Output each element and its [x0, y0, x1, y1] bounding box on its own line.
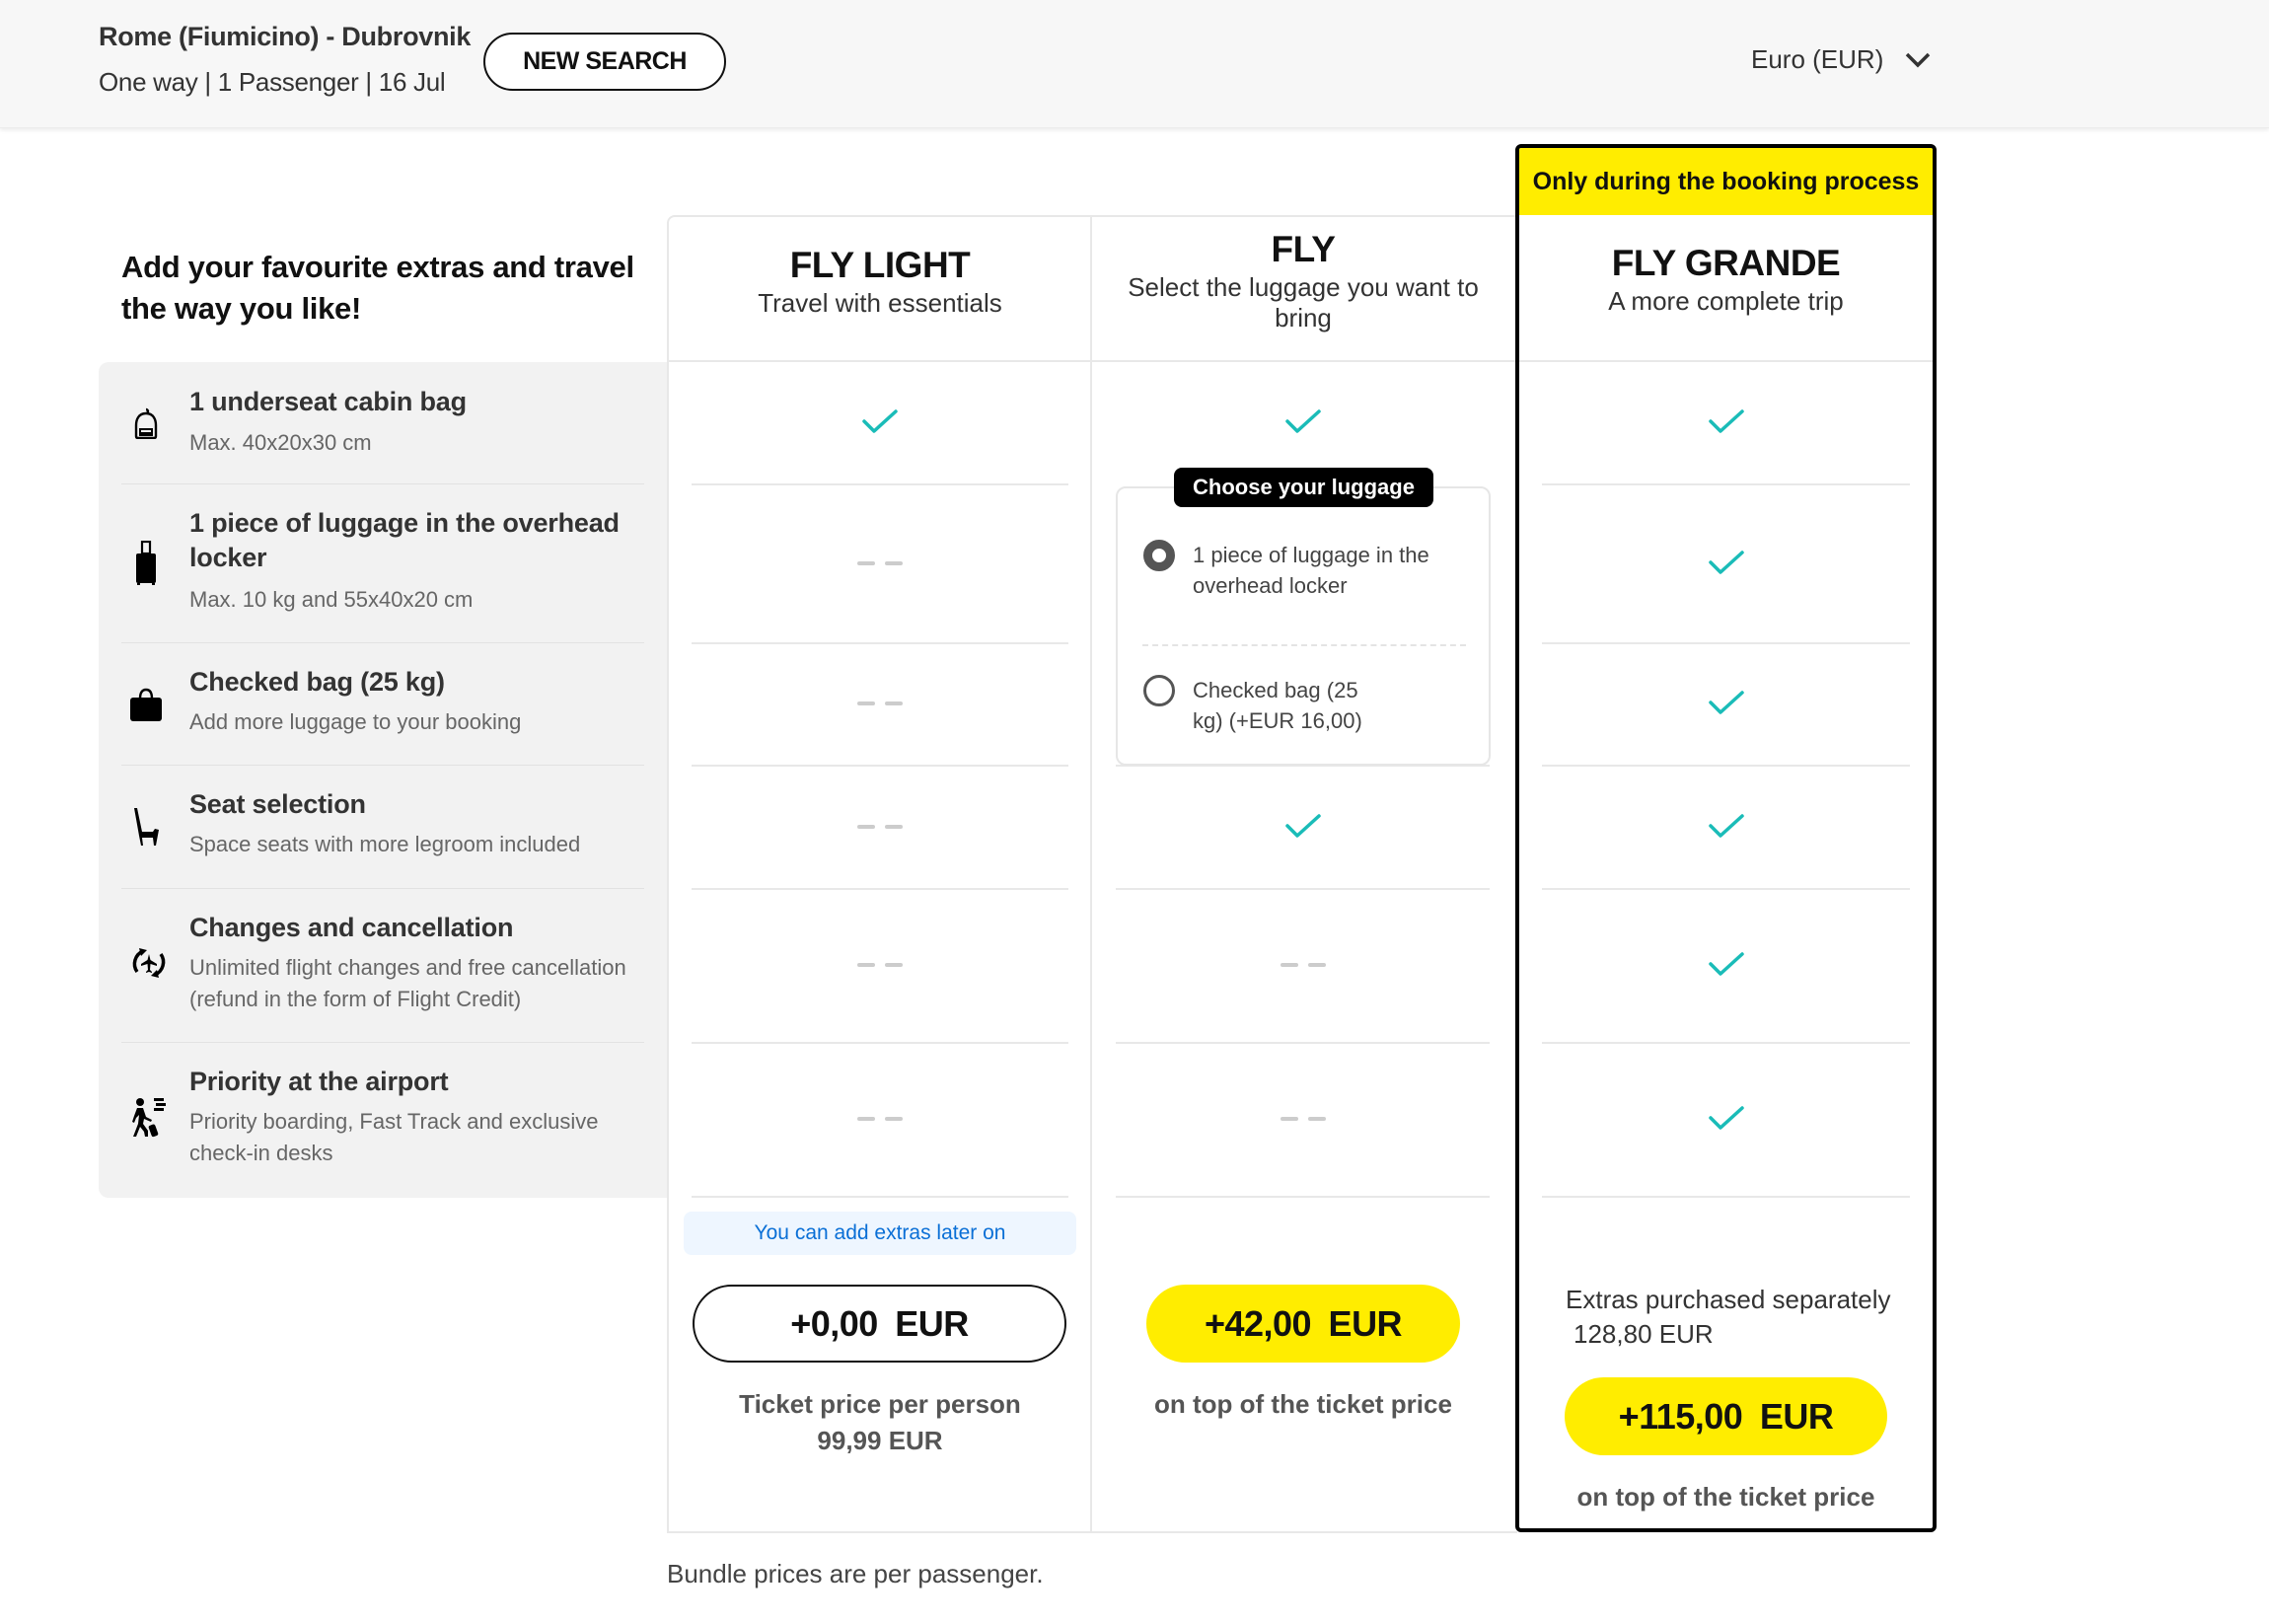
row-divider: [1542, 1042, 1910, 1044]
bundle-title: FLY GRANDE: [1611, 243, 1841, 283]
feature-item-overhead-luggage: 1 piece of luggage in the overhead locke…: [121, 484, 644, 643]
feature-desc: Space seats with more legroom included: [189, 832, 581, 856]
flight-change-icon: [129, 943, 169, 983]
luggage-chooser: 1 piece of luggage in the overhead locke…: [1116, 486, 1491, 766]
feature-item-checked-bag: Checked bag (25 kg) Add more luggage to …: [121, 643, 644, 766]
bundle-header-fly-grande: FLY GRANDE A more complete trip: [1519, 243, 1933, 317]
extras-value: 128,80 EUR: [1574, 1319, 1714, 1349]
not-included-dash-icon: [850, 684, 910, 723]
radio-unselected[interactable]: [1143, 675, 1175, 706]
row-divider: [692, 765, 1068, 767]
not-included-dash-icon: [850, 544, 910, 583]
row-divider: [1542, 1196, 1910, 1198]
search-summary-bar: Rome (Fiumicino) - Dubrovnik One way | 1…: [0, 0, 2269, 128]
check-icon: [1697, 807, 1756, 847]
not-included-dash-icon: [850, 807, 910, 847]
check-icon: [850, 403, 910, 442]
check-icon: [1697, 403, 1756, 442]
header-divider: [1519, 360, 1933, 362]
feature-desc: Priority boarding, Fast Track and exclus…: [189, 1109, 599, 1165]
row-divider: [1116, 888, 1490, 890]
luggage-option-label: 1 piece of luggage in the overhead locke…: [1193, 543, 1429, 598]
not-included-dash-icon: [1274, 945, 1333, 985]
price-caption: on top of the ticket price: [1576, 1482, 1875, 1512]
check-icon: [1274, 807, 1333, 847]
feature-desc: Max. 10 kg and 55x40x20 cm: [189, 587, 474, 612]
select-fly-light-button[interactable]: +0,00 EUR: [693, 1285, 1066, 1363]
feature-title: Seat selection: [189, 789, 366, 819]
extras-separately: Extras purchased separately 128,80 EUR: [1566, 1283, 1891, 1352]
check-icon: [1697, 1099, 1756, 1139]
row-divider: [692, 1042, 1068, 1044]
add-extras-later-note: You can add extras later on: [684, 1212, 1076, 1255]
bundle-subtitle: Travel with essentials: [758, 288, 1002, 318]
select-fly-button[interactable]: +42,00 EUR: [1146, 1285, 1460, 1363]
feature-item-changes: Changes and cancellation Unlimited fligh…: [121, 889, 644, 1043]
ticket-price-value: 99,99 EUR: [817, 1426, 943, 1455]
check-icon: [1697, 945, 1756, 985]
feature-title: 1 piece of luggage in the overhead locke…: [189, 508, 620, 572]
trolley-icon: [129, 541, 163, 585]
check-icon: [1697, 684, 1756, 723]
feature-title: 1 underseat cabin bag: [189, 387, 467, 416]
ticket-price-caption: Ticket price per person 99,99 EUR: [669, 1386, 1091, 1459]
feature-title: Priority at the airport: [189, 1067, 449, 1096]
row-divider: [692, 888, 1068, 890]
check-icon: [1697, 544, 1756, 583]
price-caption: on top of the ticket price: [1154, 1389, 1452, 1419]
row-divider: [692, 483, 1068, 485]
feature-desc: Add more luggage to your booking: [189, 709, 522, 734]
route-title: Rome (Fiumicino) - Dubrovnik: [99, 22, 472, 51]
checked-bag-icon: [129, 685, 163, 724]
trip-info: One way | 1 Passenger | 16 Jul: [99, 67, 446, 97]
currency-selector[interactable]: Euro (EUR): [1751, 44, 1931, 75]
not-included-dash-icon: [1274, 1099, 1333, 1139]
bundle-header-fly-light: FLY LIGHT Travel with essentials: [669, 245, 1091, 319]
row-divider: [1542, 483, 1910, 485]
choose-luggage-label: Choose your luggage: [1174, 468, 1433, 507]
bundle-subtitle: A more complete trip: [1608, 286, 1844, 316]
radio-selected[interactable]: [1143, 540, 1175, 571]
extras-label: Extras purchased separately: [1566, 1285, 1891, 1314]
feature-item-priority: Priority at the airport Priority boardin…: [121, 1043, 644, 1198]
bundle-header-fly: FLY Select the luggage you want to bring: [1092, 229, 1514, 333]
bundle-title: FLY LIGHT: [789, 245, 971, 285]
row-divider: [1542, 765, 1910, 767]
booking-only-banner: Only during the booking process: [1519, 148, 1933, 215]
backpack-icon: [129, 404, 163, 443]
chevron-down-icon: [1905, 51, 1931, 69]
feature-desc: Unlimited flight changes and free cancel…: [189, 955, 626, 1011]
not-included-dash-icon: [850, 1099, 910, 1139]
feature-item-seat: Seat selection Space seats with more leg…: [121, 766, 644, 889]
select-fly-grande-button[interactable]: +115,00 EUR: [1565, 1377, 1887, 1455]
priority-passenger-icon: [129, 1098, 169, 1138]
row-divider: [1542, 642, 1910, 644]
feature-desc: Max. 40x20x30 cm: [189, 430, 372, 455]
currency-label: Euro (EUR): [1751, 44, 1884, 74]
row-divider: [1116, 1042, 1490, 1044]
feature-title: Changes and cancellation: [189, 913, 514, 942]
row-divider: [1542, 888, 1910, 890]
header-divider: [667, 360, 1515, 362]
row-divider: [692, 1196, 1068, 1198]
intro-heading: Add your favourite extras and travel the…: [121, 250, 634, 326]
bundle-title: FLY: [1271, 229, 1336, 269]
not-included-dash-icon: [850, 945, 910, 985]
seat-icon: [129, 807, 163, 847]
feature-item-cabin-bag: 1 underseat cabin bag Max. 40x20x30 cm: [121, 362, 644, 484]
bundle-prices-note: Bundle prices are per passenger.: [667, 1559, 1044, 1588]
option-separator: [1142, 644, 1466, 646]
bundle-subtitle: Select the luggage you want to bring: [1128, 272, 1479, 332]
luggage-option-checked-bag[interactable]: Checked bag (25 kg) (+EUR 16,00): [1143, 675, 1380, 736]
column-divider: [1090, 215, 1092, 1533]
row-divider: [692, 642, 1068, 644]
new-search-button[interactable]: NEW SEARCH: [483, 33, 726, 91]
ticket-price-label: Ticket price per person: [739, 1389, 1021, 1419]
luggage-option-overhead[interactable]: 1 piece of luggage in the overhead locke…: [1143, 540, 1459, 601]
row-divider: [1116, 1196, 1490, 1198]
check-icon: [1274, 403, 1333, 442]
luggage-option-label: Checked bag (25 kg) (+EUR 16,00): [1193, 678, 1362, 733]
feature-list: 1 underseat cabin bag Max. 40x20x30 cm 1…: [99, 362, 667, 1198]
feature-title: Checked bag (25 kg): [189, 667, 445, 697]
